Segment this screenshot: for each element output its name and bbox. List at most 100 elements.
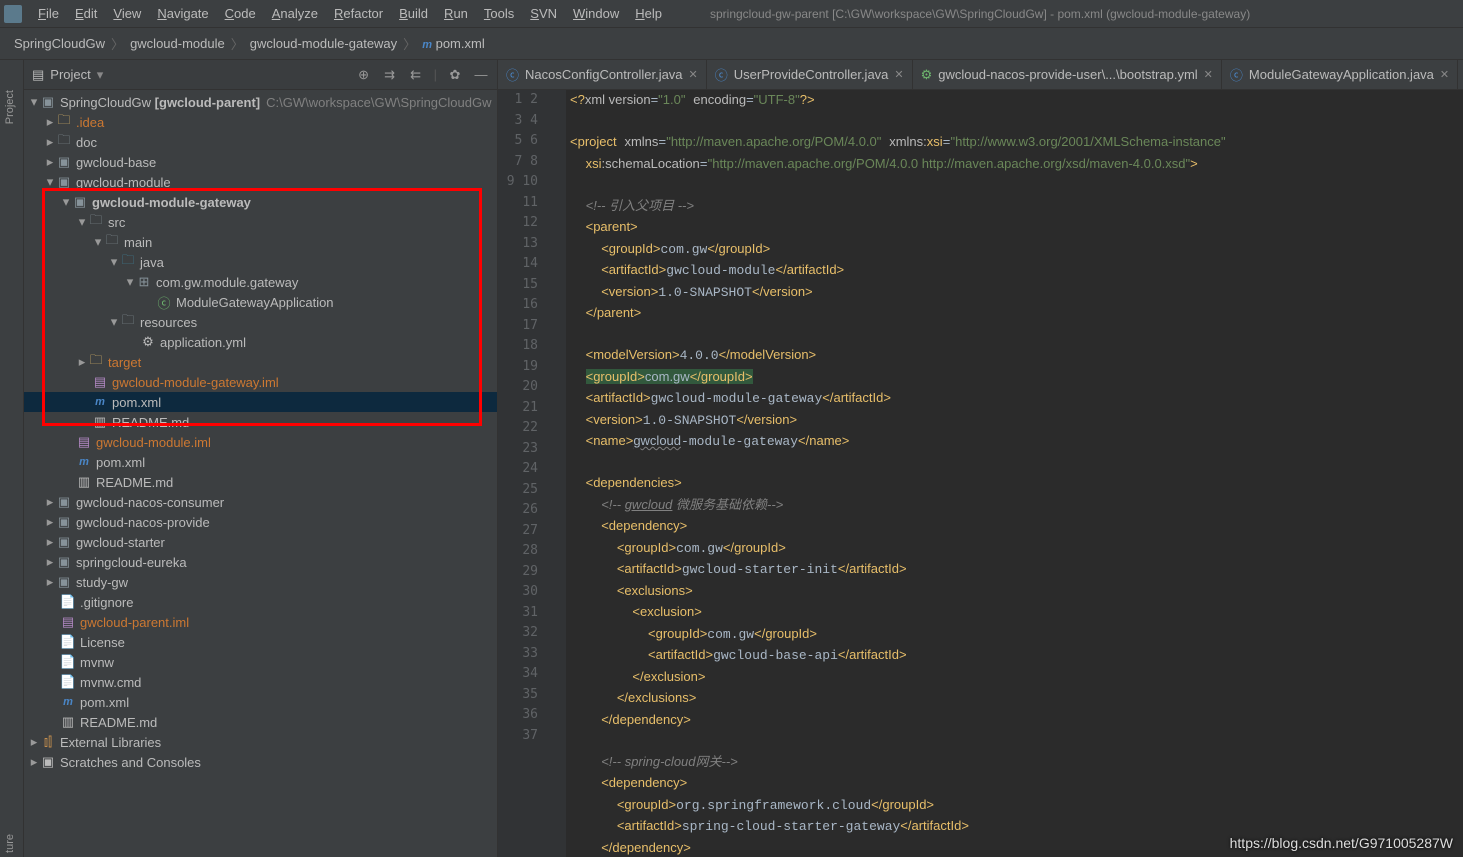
tree-item[interactable]: ▾🗀resources — [24, 312, 497, 332]
expand-icon[interactable]: ⇉ — [382, 67, 398, 83]
tree-item[interactable]: mpom.xml — [24, 692, 497, 712]
file-icon: 📄 — [60, 635, 76, 649]
tree-item[interactable]: ▾🗀java — [24, 252, 497, 272]
tree-item[interactable]: 📄mvnw — [24, 652, 497, 672]
menu-code[interactable]: Code — [217, 6, 264, 21]
tree-item[interactable]: ▤gwcloud-module-gateway.iml — [24, 372, 497, 392]
tree-item[interactable]: ▤gwcloud-module.iml — [24, 432, 497, 452]
tree-item[interactable]: ▥README.md — [24, 712, 497, 732]
tree-item[interactable]: ▥README.md — [24, 472, 497, 492]
folder-icon: 🗀 — [104, 235, 120, 249]
module-icon: ▣ — [56, 495, 72, 509]
menu-run[interactable]: Run — [436, 6, 476, 21]
tree-item[interactable]: mpom.xml — [24, 452, 497, 472]
tree-item[interactable]: ▸🗀.idea — [24, 112, 497, 132]
editor-tab[interactable]: ⚙gwcloud-nacos-provide-user\...\bootstra… — [913, 60, 1222, 89]
editor-tab[interactable]: ⓒNacosConfigController.java✕ — [498, 60, 707, 89]
package-icon: ⊞ — [136, 275, 152, 289]
menu-build[interactable]: Build — [391, 6, 436, 21]
menu-window[interactable]: Window — [565, 6, 627, 21]
tree-item[interactable]: ▸⫾⫿External Libraries — [24, 732, 497, 752]
menu-help[interactable]: Help — [627, 6, 670, 21]
module-icon: ▣ — [56, 175, 72, 189]
resources-folder-icon: 🗀 — [120, 315, 136, 329]
tree-item[interactable]: ▸▣gwcloud-nacos-consumer — [24, 492, 497, 512]
chevron-down-icon[interactable]: ▾ — [28, 94, 40, 110]
tree-item[interactable]: ▸▣gwcloud-nacos-provide — [24, 512, 497, 532]
code-editor[interactable]: <?xml version="1.0" encoding="UTF-8"?> <… — [566, 90, 1463, 857]
maven-icon: m — [92, 395, 108, 409]
menu-navigate[interactable]: Navigate — [149, 6, 216, 21]
tree-item[interactable]: ▸▣springcloud-eureka — [24, 552, 497, 572]
module-icon: ▣ — [56, 155, 72, 169]
folder-icon: 🗀 — [56, 135, 72, 149]
markdown-icon: ▥ — [76, 475, 92, 489]
module-icon: ▣ — [56, 515, 72, 529]
breadcrumb-item[interactable]: SpringCloudGw — [8, 36, 111, 51]
tree-item[interactable]: ▸🗀doc — [24, 132, 497, 152]
tree-item[interactable]: ▾⊞com.gw.module.gateway — [24, 272, 497, 292]
close-icon[interactable]: ✕ — [689, 68, 698, 81]
hide-icon[interactable]: — — [473, 67, 489, 83]
chevron-right-icon[interactable]: ▸ — [44, 114, 56, 130]
menu-file[interactable]: File — [30, 6, 67, 21]
menu-edit[interactable]: Edit — [67, 6, 105, 21]
tree-item[interactable]: ▾🗀src — [24, 212, 497, 232]
tree-item[interactable]: ▸▣Scratches and Consoles — [24, 752, 497, 772]
tree-item[interactable]: ▸▣study-gw — [24, 572, 497, 592]
markdown-icon: ▥ — [60, 715, 76, 729]
iml-icon: ▤ — [76, 435, 92, 449]
editor-tab[interactable]: ⓒUserProvideController.java✕ — [707, 60, 913, 89]
tree-item[interactable]: ▾▣gwcloud-module-gateway — [24, 192, 497, 212]
tree-item[interactable]: ⓒModuleGatewayApplication — [24, 292, 497, 312]
menu-tools[interactable]: Tools — [476, 6, 522, 21]
tree-item[interactable]: ▸▣gwcloud-base — [24, 152, 497, 172]
settings-icon[interactable]: ✿ — [447, 67, 463, 83]
collapse-icon[interactable]: ⇇ — [408, 67, 424, 83]
tree-item[interactable]: 📄mvnw.cmd — [24, 672, 497, 692]
module-icon: ▣ — [56, 575, 72, 589]
project-view-title[interactable]: ▤Project▾ — [32, 67, 356, 83]
tree-item[interactable]: ▤gwcloud-parent.iml — [24, 612, 497, 632]
project-tree[interactable]: ▾▣SpringCloudGw [gwcloud-parent]C:\GW\wo… — [24, 90, 497, 857]
breadcrumb-item[interactable]: gwcloud-module — [124, 36, 231, 51]
tree-item[interactable]: ▸▣gwcloud-starter — [24, 532, 497, 552]
iml-icon: ▤ — [92, 375, 108, 389]
tree-item[interactable]: 📄License — [24, 632, 497, 652]
folder-icon: 🗀 — [88, 355, 104, 369]
module-icon: ▣ — [72, 195, 88, 209]
close-icon[interactable]: ✕ — [894, 68, 903, 81]
rail-project-label[interactable]: Project — [4, 90, 16, 124]
left-rail: Project ture — [0, 60, 24, 857]
locate-icon[interactable]: ⊕ — [356, 67, 372, 83]
folder-icon: 🗀 — [88, 215, 104, 229]
tree-item[interactable]: ⚙application.yml — [24, 332, 497, 352]
tree-item[interactable]: ▸🗀target — [24, 352, 497, 372]
tree-item[interactable]: ▾🗀main — [24, 232, 497, 252]
editor-tab[interactable]: ⓒModuleGatewayApplication.java✕ — [1222, 60, 1458, 89]
app-icon — [4, 5, 22, 23]
menubar: FileEditViewNavigateCodeAnalyzeRefactorB… — [0, 0, 1463, 28]
gutter-annotations — [546, 90, 566, 857]
close-icon[interactable]: ✕ — [1204, 68, 1213, 81]
breadcrumb-item[interactable]: m pom.xml — [416, 36, 491, 51]
line-gutter: 1 2 3 4 5 6 7 8 9 10 11 12 13 14 15 16 1… — [498, 90, 546, 857]
tree-item[interactable]: ▾▣gwcloud-module — [24, 172, 497, 192]
tree-item[interactable]: ▥README.md — [24, 412, 497, 432]
breadcrumb-item[interactable]: gwcloud-module-gateway — [244, 36, 403, 51]
markdown-icon: ▥ — [92, 415, 108, 429]
watermark: https://blog.csdn.net/G971005287W — [1230, 835, 1453, 851]
project-tool-window: ▤Project▾ ⊕ ⇉ ⇇ | ✿ — ▾▣SpringCloudGw [g… — [24, 60, 498, 857]
file-icon: 📄 — [60, 595, 76, 609]
folder-icon: 🗀 — [56, 115, 72, 129]
menu-analyze[interactable]: Analyze — [264, 6, 326, 21]
tree-item[interactable]: 📄.gitignore — [24, 592, 497, 612]
menu-svn[interactable]: SVN — [522, 6, 565, 21]
maven-icon: m — [76, 455, 92, 469]
close-icon[interactable]: ✕ — [1440, 68, 1449, 81]
tree-item-selected[interactable]: mpom.xml — [24, 392, 497, 412]
menu-view[interactable]: View — [105, 6, 149, 21]
rail-structure-label[interactable]: ture — [4, 834, 16, 853]
tree-root[interactable]: ▾▣SpringCloudGw [gwcloud-parent]C:\GW\wo… — [24, 92, 497, 112]
menu-refactor[interactable]: Refactor — [326, 6, 391, 21]
